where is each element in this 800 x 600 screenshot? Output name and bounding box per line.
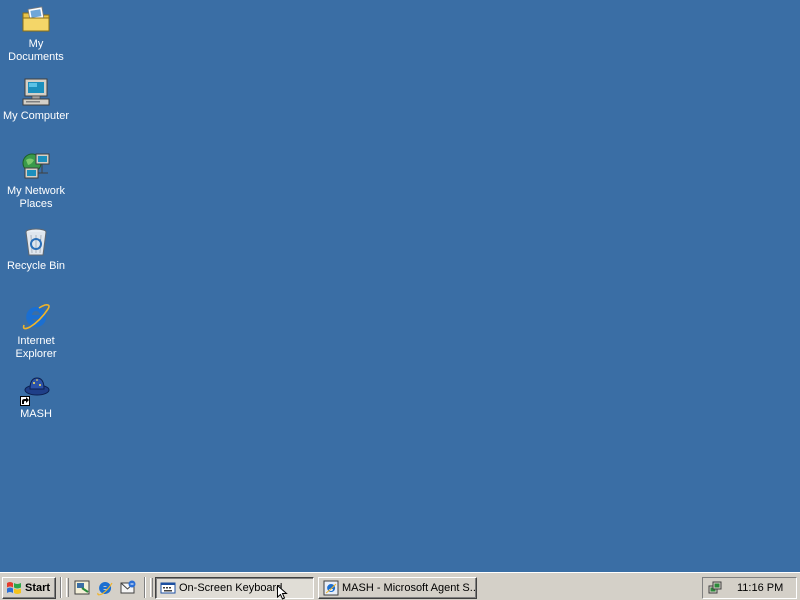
taskbar-button-on-screen-keyboard[interactable]: On-Screen Keyboard: [155, 577, 314, 599]
taskbar-button-mash[interactable]: MASH - Microsoft Agent S...: [318, 577, 477, 599]
network-tray-icon[interactable]: [707, 580, 723, 596]
mouse-cursor-icon: [277, 585, 288, 600]
my-computer-icon: [20, 76, 52, 108]
windows-logo-icon: [7, 582, 21, 594]
mash-window-icon: [323, 580, 339, 596]
internet-explorer-icon: [20, 301, 52, 333]
internet-explorer-icon[interactable]: [96, 579, 114, 597]
desktop-icon-label: My Documents: [8, 38, 64, 63]
desktop-icon-recycle-bin[interactable]: Recycle Bin: [0, 226, 72, 273]
desktop-icon-label: Internet Explorer: [15, 335, 57, 360]
desktop-icon-label: MASH: [20, 408, 52, 420]
mash-shortcut-icon: [20, 374, 52, 406]
task-label: MASH - Microsoft Agent S...: [342, 582, 477, 594]
taskbar-separator: [144, 577, 146, 598]
desktop-icon-internet-explorer[interactable]: Internet Explorer: [0, 301, 72, 361]
desktop-icon-label: My Network Places: [6, 185, 66, 210]
taskbar: Start On-Screen Keyboard MASH - Microsof…: [0, 572, 800, 600]
desktop[interactable]: My Documents My Computer My Network Plac…: [0, 0, 800, 572]
network-places-icon: [20, 151, 52, 183]
desktop-icon-mash[interactable]: MASH: [0, 374, 72, 421]
keyboard-window-icon: [160, 582, 176, 594]
desktop-icon-label: My Computer: [2, 110, 70, 122]
system-tray: 11:16 PM: [702, 577, 797, 599]
quick-launch-grip[interactable]: [66, 578, 69, 597]
outlook-express-icon[interactable]: [119, 579, 137, 597]
my-documents-folder-icon: [20, 4, 52, 36]
start-button[interactable]: Start: [2, 577, 56, 599]
task-area-grip[interactable]: [150, 578, 153, 597]
desktop-icon-my-network-places[interactable]: My Network Places: [0, 151, 72, 211]
shortcut-arrow-icon: [20, 396, 30, 406]
desktop-icon-my-computer[interactable]: My Computer: [0, 76, 72, 123]
show-desktop-icon[interactable]: [73, 579, 91, 597]
taskbar-separator: [60, 577, 62, 598]
recycle-bin-icon: [20, 226, 52, 258]
start-label: Start: [25, 582, 51, 594]
desktop-icon-label: Recycle Bin: [6, 260, 66, 272]
task-label: On-Screen Keyboard: [179, 582, 283, 594]
desktop-icon-my-documents[interactable]: My Documents: [0, 4, 72, 64]
clock[interactable]: 11:16 PM: [737, 582, 783, 594]
